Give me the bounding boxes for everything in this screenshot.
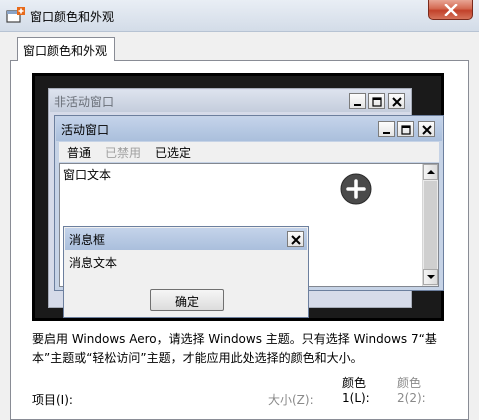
aero-info-text: 要启用 Windows Aero，请选择 Windows 主题。只有选择 Win… (32, 332, 437, 365)
message-box-titlebar[interactable]: 消息框 (65, 228, 307, 250)
close-icon (392, 97, 402, 107)
close-button[interactable] (418, 121, 435, 137)
window-title: 窗口颜色和外观 (30, 10, 115, 24)
minimize-icon (383, 132, 390, 134)
plus-cursor-icon (340, 173, 372, 205)
minimize-button[interactable] (349, 93, 366, 109)
close-button[interactable] (388, 93, 405, 109)
scroll-up-button[interactable] (423, 164, 438, 180)
scroll-down-arrow-icon (427, 275, 435, 279)
menu-item-selected[interactable]: 已选定 (155, 144, 191, 161)
message-box-title: 消息框 (69, 233, 106, 247)
color2-header: 颜色 (397, 376, 422, 390)
inactive-window-title: 非活动窗口 (54, 95, 115, 109)
menu-bar: 普通 已禁用 已选定 (59, 142, 439, 162)
preview-message-box[interactable]: 消息框 消息文本 确定 (63, 226, 309, 318)
maximize-icon (401, 125, 411, 135)
color1-header: 颜色 (342, 376, 367, 390)
maximize-button[interactable] (397, 121, 414, 137)
inactive-window-titlebar[interactable]: 非活动窗口 (50, 90, 410, 112)
vertical-scrollbar[interactable] (422, 164, 438, 286)
close-icon (422, 125, 432, 135)
menu-item-normal[interactable]: 普通 (67, 144, 91, 161)
color2-label: 2(2): (397, 391, 426, 405)
menu-item-disabled[interactable]: 已禁用 (105, 144, 141, 161)
close-icon (291, 235, 301, 245)
window-text: 窗口文本 (63, 168, 112, 182)
message-text: 消息文本 (69, 256, 118, 270)
scroll-down-button[interactable] (423, 269, 438, 285)
scroll-up-arrow-icon (427, 170, 435, 174)
close-icon (444, 4, 458, 16)
scroll-track[interactable] (424, 181, 437, 269)
maximize-icon (372, 97, 382, 107)
color1-label: 1(L): (342, 391, 370, 405)
close-button[interactable] (428, 0, 473, 20)
active-window-titlebar[interactable]: 活动窗口 (56, 117, 442, 141)
minimize-icon (354, 104, 361, 106)
active-window-title: 活动窗口 (61, 123, 110, 137)
maximize-button[interactable] (368, 93, 385, 109)
ok-button[interactable]: 确定 (150, 289, 224, 311)
close-button[interactable] (287, 231, 304, 247)
tab-label: 窗口颜色和外观 (23, 44, 108, 58)
tab-window-color-appearance[interactable]: 窗口颜色和外观 (17, 37, 115, 61)
paint-palette-add-icon[interactable] (6, 6, 26, 26)
size-label: 大小(Z): (268, 393, 314, 407)
minimize-button[interactable] (378, 121, 395, 137)
item-label: 项目(I): (32, 393, 73, 407)
title-bar[interactable]: 窗口颜色和外观 (0, 0, 479, 32)
